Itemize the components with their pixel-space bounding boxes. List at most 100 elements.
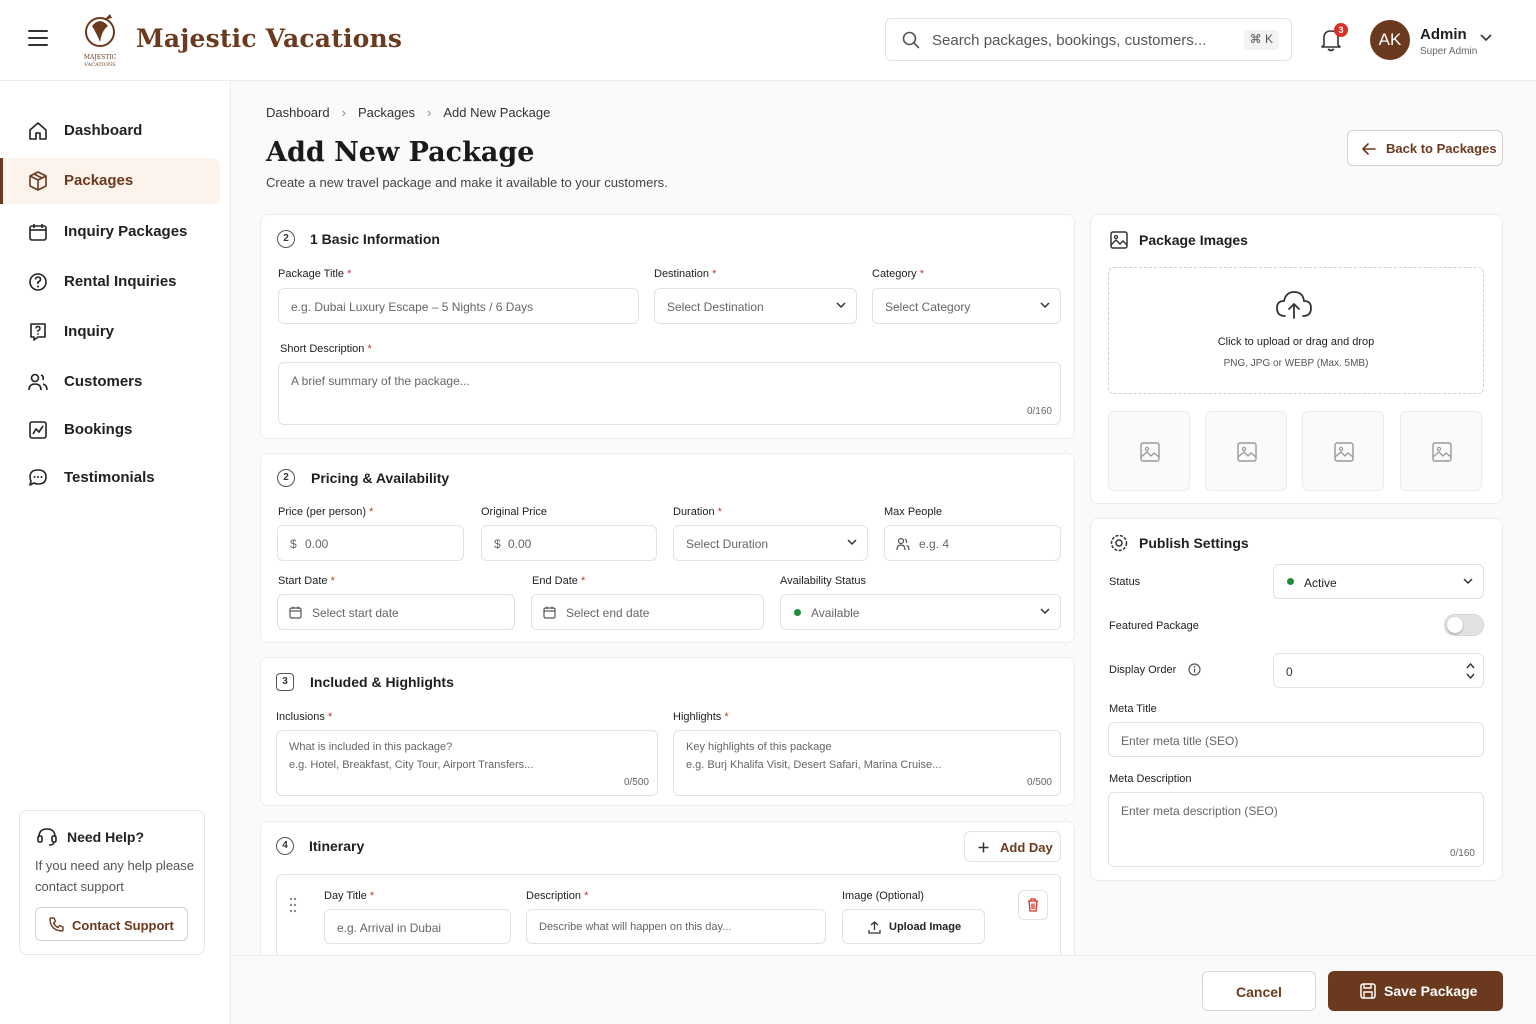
- destination-label: Destination *: [654, 268, 717, 280]
- availability-status-value: Available: [811, 606, 860, 620]
- day-title-placeholder: e.g. Arrival in Dubai: [337, 921, 442, 935]
- help-circle-icon: [29, 273, 47, 291]
- brand-name[interactable]: Majestic Vacations: [136, 24, 402, 53]
- package-title-placeholder: e.g. Dubai Luxury Escape – 5 Nights / 6 …: [291, 300, 534, 314]
- calendar-icon: [289, 606, 302, 619]
- day-title-input[interactable]: e.g. Arrival in Dubai: [324, 909, 511, 944]
- section-title: 1 Basic Information: [310, 231, 440, 247]
- publish-settings-card: Publish Settings Status Active Featured …: [1090, 518, 1503, 881]
- image-thumbnail-slot[interactable]: [1302, 411, 1384, 491]
- package-images-card: Package Images Click to upload or drag a…: [1090, 214, 1503, 504]
- back-to-packages-label: Back to Packages: [1386, 141, 1497, 156]
- calendar-icon: [29, 224, 47, 241]
- chat-icon: [29, 469, 47, 486]
- sidebar-item-testimonials[interactable]: Testimonials: [0, 455, 220, 501]
- day-image-label: Image (Optional): [842, 890, 924, 902]
- status-select[interactable]: Active: [1273, 564, 1484, 599]
- sidebar-item-dashboard[interactable]: Dashboard: [0, 108, 220, 154]
- search-shortcut: ⌘ K: [1243, 30, 1279, 50]
- short-description-label: Short Description *: [280, 343, 372, 355]
- sidebar-item-rental-inquiries[interactable]: Rental Inquiries: [0, 259, 220, 305]
- brand-logo[interactable]: MAJESTIC VACATIONS: [74, 12, 126, 68]
- price-label: Price (per person) *: [278, 506, 374, 518]
- breadcrumb-current: Add New Package: [443, 105, 551, 120]
- breadcrumb-dashboard[interactable]: Dashboard: [266, 105, 330, 120]
- save-package-button[interactable]: Save Package: [1328, 971, 1503, 1011]
- svg-text:MAJESTIC: MAJESTIC: [84, 54, 117, 61]
- highlights-textarea[interactable]: Key highlights of this package e.g. Burj…: [673, 730, 1061, 796]
- meta-description-textarea[interactable]: Enter meta description (SEO) 0/160: [1108, 792, 1484, 867]
- meta-title-input[interactable]: Enter meta title (SEO): [1108, 722, 1484, 757]
- inclusions-textarea[interactable]: What is included in this package? e.g. H…: [276, 730, 658, 796]
- image-placeholder-icon: [1237, 442, 1257, 462]
- upload-image-button[interactable]: Upload Image: [842, 909, 985, 944]
- price-input[interactable]: $ 0.00: [277, 525, 464, 561]
- search-input[interactable]: Search packages, bookings, customers...: [932, 32, 1206, 49]
- end-date-input[interactable]: Select end date: [531, 594, 764, 630]
- menu-icon[interactable]: [28, 30, 48, 48]
- short-description-textarea[interactable]: A brief summary of the package... 0/160: [278, 362, 1061, 425]
- section-title: Publish Settings: [1139, 535, 1249, 551]
- image-upload-dropzone[interactable]: Click to upload or drag and drop PNG, JP…: [1108, 267, 1484, 394]
- search-icon: [902, 31, 920, 49]
- duration-value: Select Duration: [686, 537, 769, 551]
- section-number: 4: [276, 837, 294, 855]
- destination-select[interactable]: Select Destination: [654, 288, 857, 324]
- sidebar-item-inquiry[interactable]: Inquiry: [0, 309, 220, 355]
- max-people-label: Max People: [884, 506, 943, 518]
- avatar[interactable]: AK: [1370, 20, 1410, 60]
- package-title-input[interactable]: e.g. Dubai Luxury Escape – 5 Nights / 6 …: [278, 288, 639, 324]
- chevron-down-icon: [1463, 578, 1473, 585]
- duration-select[interactable]: Select Duration: [673, 525, 868, 561]
- chevron-down-icon: [1040, 302, 1050, 309]
- delete-day-button[interactable]: [1018, 890, 1048, 920]
- image-placeholder-icon: [1334, 442, 1354, 462]
- breadcrumb: Dashboard › Packages › Add New Package: [266, 105, 562, 120]
- status-dot: [794, 609, 801, 616]
- question-square-icon: [30, 323, 46, 341]
- user-name[interactable]: Admin: [1420, 26, 1467, 43]
- image-thumbnail-slot[interactable]: [1108, 411, 1190, 491]
- image-thumbnail-slot[interactable]: [1400, 411, 1482, 491]
- start-date-input[interactable]: Select start date: [277, 594, 515, 630]
- display-order-label: Display Order: [1109, 664, 1177, 676]
- contact-support-button[interactable]: Contact Support: [35, 907, 188, 941]
- breadcrumb-packages[interactable]: Packages: [358, 105, 415, 120]
- chevron-down-icon[interactable]: [1480, 34, 1492, 42]
- day-description-input[interactable]: Describe what will happen on this day...: [526, 909, 826, 944]
- sidebar-item-packages[interactable]: Packages: [0, 158, 220, 204]
- cancel-button[interactable]: Cancel: [1202, 971, 1316, 1011]
- image-thumbnail-slot[interactable]: [1205, 411, 1287, 491]
- max-people-input[interactable]: e.g. 4: [884, 525, 1061, 561]
- status-label: Status: [1109, 576, 1141, 588]
- add-day-label: Add Day: [1000, 840, 1053, 855]
- stepper-icon[interactable]: [1466, 662, 1475, 680]
- chevron-down-icon: [847, 539, 857, 546]
- save-package-label: Save Package: [1384, 983, 1478, 999]
- search-bar[interactable]: Search packages, bookings, customers... …: [885, 18, 1292, 61]
- sidebar-item-inquiry-packages[interactable]: Inquiry Packages: [0, 209, 220, 255]
- availability-status-select[interactable]: Available: [780, 594, 1061, 630]
- section-number: 2: [277, 469, 295, 487]
- section-title: Package Images: [1139, 232, 1248, 248]
- category-select[interactable]: Select Category: [872, 288, 1061, 324]
- add-day-button[interactable]: Add Day: [964, 831, 1061, 862]
- info-icon[interactable]: [1188, 663, 1201, 676]
- display-order-input[interactable]: 0: [1273, 653, 1484, 688]
- category-label: Category *: [872, 268, 924, 280]
- drag-handle-icon[interactable]: [289, 897, 297, 913]
- users-icon: [28, 373, 48, 391]
- sidebar-item-bookings[interactable]: Bookings: [0, 407, 220, 453]
- phone-icon: [49, 917, 64, 932]
- notification-badge: 3: [1334, 23, 1348, 37]
- user-role: Super Admin: [1420, 46, 1478, 57]
- original-price-input[interactable]: $ 0.00: [481, 525, 657, 561]
- back-to-packages-button[interactable]: Back to Packages: [1347, 130, 1503, 166]
- display-order-value: 0: [1286, 665, 1293, 679]
- sidebar-item-label: Customers: [64, 373, 143, 390]
- highlights-counter: 0/500: [1026, 777, 1052, 788]
- day-description-placeholder: Describe what will happen on this day...: [539, 921, 732, 933]
- sidebar-item-customers[interactable]: Customers: [0, 359, 220, 405]
- currency-symbol: $: [290, 537, 297, 551]
- featured-package-toggle[interactable]: [1444, 614, 1484, 636]
